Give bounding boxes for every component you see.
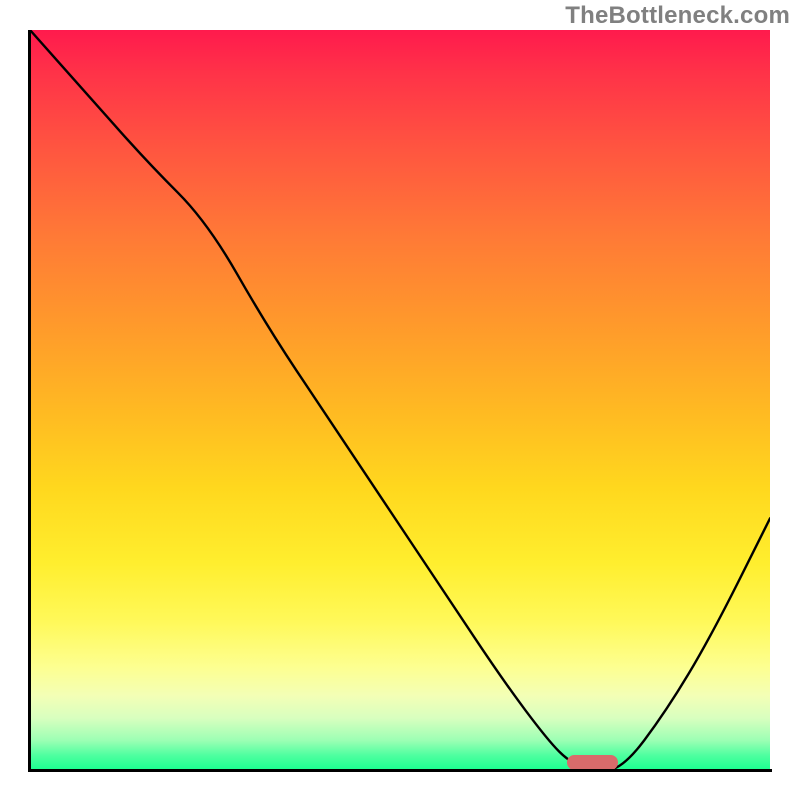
watermark-text: TheBottleneck.com [565, 2, 790, 30]
curve-path [30, 30, 770, 770]
x-axis [28, 769, 772, 772]
bottleneck-curve [30, 30, 770, 770]
plot-area [30, 30, 770, 770]
y-axis [28, 30, 31, 772]
optimal-marker [567, 755, 619, 770]
chart-container: TheBottleneck.com [0, 0, 800, 800]
